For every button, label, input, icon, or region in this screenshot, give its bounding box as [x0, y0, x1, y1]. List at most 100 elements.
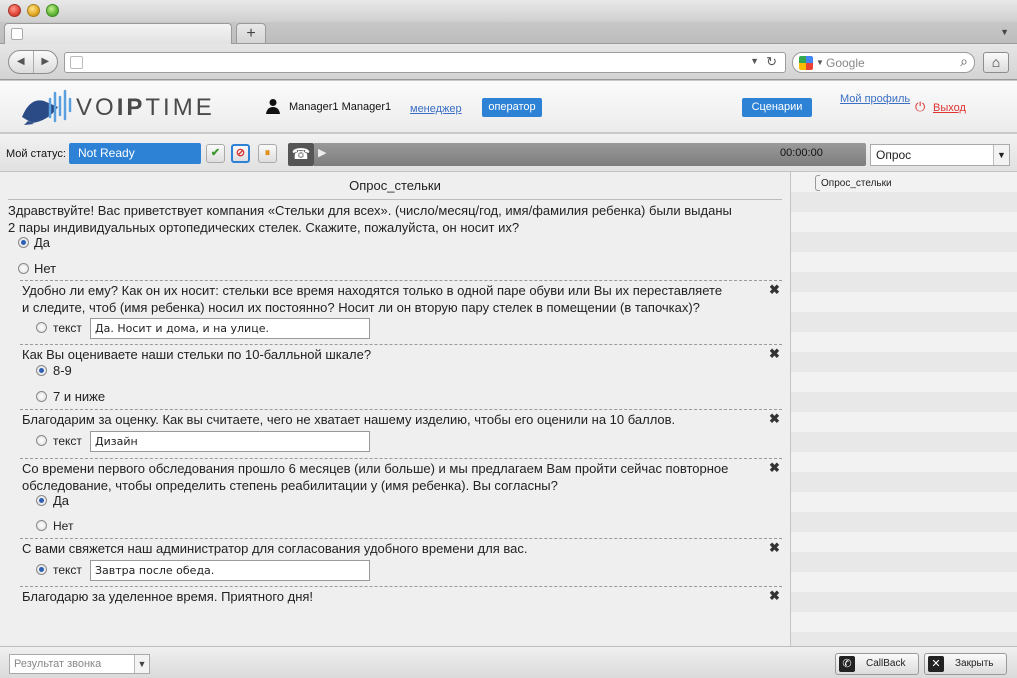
- app-header: VOIPTIME Manager1 Manager1 менеджер опер…: [0, 81, 1017, 133]
- page-icon: [70, 56, 83, 69]
- chevron-down-icon[interactable]: ▼: [750, 56, 759, 66]
- call-progress-bar: ▶ 00:00:00: [314, 143, 866, 166]
- question-divider: [20, 538, 782, 539]
- status-toolbar: Мой статус: Not Ready ✔ ⊘ ⏸ ☎ ▶ 00:00:00: [0, 134, 1017, 172]
- exit-link[interactable]: Выход: [933, 102, 966, 114]
- browser-navbar: ◀ ▶ ▼ ↻ ▼ Google ⌕ ⌂: [0, 44, 1017, 80]
- google-icon: [799, 56, 813, 70]
- question-5-text: Со времени первого обследования прошло 6…: [22, 461, 729, 493]
- address-bar[interactable]: ▼ ↻: [64, 52, 786, 73]
- back-forward-buttons: ◀ ▶: [8, 50, 58, 74]
- call-result-placeholder: Результат звонка: [14, 658, 102, 670]
- close-window-button[interactable]: [8, 4, 21, 17]
- profile-link[interactable]: Мой профиль: [840, 93, 910, 105]
- q2-text-radio[interactable]: [36, 322, 47, 333]
- forward-arrow-icon[interactable]: ▶: [34, 51, 58, 73]
- q2-answer-field[interactable]: Да. Носит и дома, и на улице.: [90, 318, 370, 339]
- q5-no-radio[interactable]: [36, 520, 47, 531]
- q1-yes-label: Да: [34, 235, 51, 250]
- chevron-down-icon[interactable]: ▼: [816, 58, 824, 67]
- q3-option-b-label: 7 и ниже: [53, 389, 106, 404]
- scenarios-button[interactable]: Сценарии: [742, 98, 812, 117]
- callback-label: CallBack: [866, 658, 906, 669]
- q4-text-label: текст: [53, 434, 82, 448]
- check-icon: ✔: [210, 147, 221, 159]
- reload-icon[interactable]: ↻: [766, 54, 777, 70]
- remove-question-icon[interactable]: ✖: [769, 346, 780, 362]
- not-ready-status-button[interactable]: ⊘: [231, 144, 250, 163]
- question-3-text: Как Вы оцениваете наши стельки по 10-бал…: [22, 347, 372, 362]
- footer-bar: Результат звонка ▼ ✆ CallBack ✕ Закрыть: [0, 646, 1017, 678]
- q1-no-radio[interactable]: [18, 263, 29, 274]
- remove-question-icon[interactable]: ✖: [769, 411, 780, 427]
- close-button[interactable]: ✕ Закрыть: [924, 653, 1007, 675]
- callback-button[interactable]: ✆ CallBack: [835, 653, 919, 675]
- survey-title: Опрос_стельки: [349, 178, 441, 193]
- remove-question-icon[interactable]: ✖: [769, 282, 780, 298]
- close-label: Закрыть: [955, 658, 994, 669]
- q6-text-radio[interactable]: [36, 564, 47, 575]
- question-divider: [20, 280, 782, 281]
- status-label: Мой статус:: [6, 148, 66, 160]
- survey-panel: Опрос_стельки Здравствуйте! Вас приветст…: [0, 172, 790, 646]
- tab-strip: + ▼: [0, 22, 1017, 44]
- list-item-marker: [815, 175, 820, 191]
- question-1-text: Здравствуйте! Вас приветствует компания …: [8, 203, 732, 235]
- home-icon: ⌂: [991, 54, 1001, 70]
- phone-icon: ☎: [291, 146, 311, 163]
- chevron-down-icon[interactable]: ▼: [134, 655, 149, 673]
- operator-button[interactable]: оператор: [482, 98, 542, 117]
- q5-no-label: Нет: [53, 519, 74, 533]
- manager-link[interactable]: менеджер: [410, 103, 462, 115]
- search-input[interactable]: ▼ Google ⌕: [792, 52, 975, 73]
- q3-option-b-radio[interactable]: [36, 391, 47, 402]
- tab-menu-icon[interactable]: ▼: [1000, 27, 1009, 37]
- call-timer: 00:00:00: [780, 147, 823, 159]
- remove-question-icon[interactable]: ✖: [769, 588, 780, 604]
- question-divider: [20, 344, 782, 345]
- q6-answer-field[interactable]: Завтра после обеда.: [90, 560, 370, 581]
- question-4-text: Благодарим за оценку. Как вы считаете, ч…: [22, 412, 676, 427]
- chevron-down-icon[interactable]: ▼: [993, 145, 1009, 165]
- question-2-text: Удобно ли ему? Как он их носит: стельки …: [22, 283, 723, 315]
- q5-yes-radio[interactable]: [36, 495, 47, 506]
- question-divider: [20, 409, 782, 410]
- question-7-text: Благодарю за уделенное время. Приятного …: [22, 589, 314, 604]
- pause-icon: ⏸: [264, 147, 271, 159]
- question-divider: [20, 586, 782, 587]
- logo-icon: [22, 89, 72, 125]
- q3-option-a-radio[interactable]: [36, 365, 47, 376]
- minimize-window-button[interactable]: [27, 4, 40, 17]
- call-result-select[interactable]: Результат звонка ▼: [9, 654, 150, 674]
- remove-question-icon[interactable]: ✖: [769, 540, 780, 556]
- remove-question-icon[interactable]: ✖: [769, 460, 780, 476]
- q4-answer-field[interactable]: Дизайн: [90, 431, 370, 452]
- home-button[interactable]: ⌂: [983, 52, 1009, 73]
- phone-button[interactable]: ☎: [288, 143, 314, 166]
- window-titlebar: [0, 0, 1017, 22]
- scripts-list: Опрос_стельки: [790, 172, 1017, 646]
- new-tab-button[interactable]: +: [236, 23, 266, 43]
- script-select[interactable]: Опрос ▼: [870, 144, 1010, 166]
- phone-icon: ✆: [839, 656, 855, 672]
- ready-status-button[interactable]: ✔: [206, 144, 225, 163]
- user-icon: [266, 99, 280, 114]
- list-item[interactable]: Опрос_стельки: [821, 178, 892, 189]
- close-icon: ✕: [928, 656, 944, 672]
- back-arrow-icon[interactable]: ◀: [9, 51, 34, 73]
- browser-tab[interactable]: [4, 23, 232, 44]
- q4-text-radio[interactable]: [36, 435, 47, 446]
- zoom-window-button[interactable]: [46, 4, 59, 17]
- power-icon[interactable]: ⏻: [915, 99, 925, 115]
- search-icon[interactable]: ⌕: [960, 53, 968, 70]
- logo-text: VOIPTIME: [76, 94, 215, 121]
- title-divider: [8, 199, 782, 200]
- question-6-text: С вами свяжется наш администратор для со…: [22, 541, 528, 556]
- q1-no-label: Нет: [34, 261, 57, 276]
- q1-yes-radio[interactable]: [18, 237, 29, 248]
- q3-option-a-label: 8-9: [53, 363, 72, 378]
- status-select[interactable]: Not Ready: [69, 143, 201, 164]
- search-placeholder: Google: [826, 56, 865, 70]
- pause-status-button[interactable]: ⏸: [258, 144, 277, 163]
- script-select-value: Опрос: [876, 148, 912, 162]
